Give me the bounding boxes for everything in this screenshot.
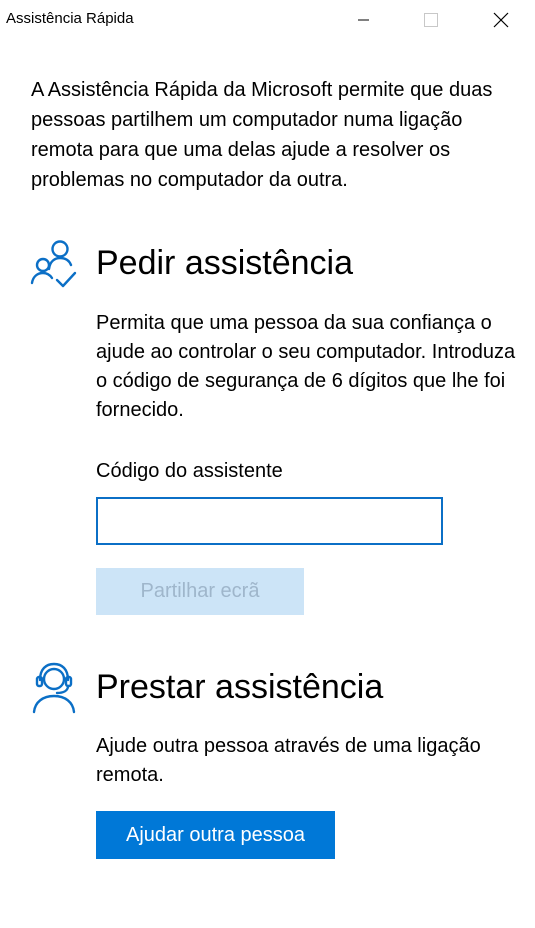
close-button[interactable] <box>478 0 524 40</box>
maximize-button <box>408 0 454 40</box>
request-description: Permita que uma pessoa da sua confiança … <box>96 312 516 421</box>
intro-text: A Assistência Rápida da Microsoft permit… <box>31 79 493 191</box>
maximize-icon <box>424 13 438 27</box>
give-description: Ajude outra pessoa através de uma ligaçã… <box>96 735 481 786</box>
request-title: Pedir assistência <box>96 244 354 282</box>
minimize-icon <box>358 19 369 21</box>
help-another-person-button[interactable]: Ajudar outra pessoa <box>96 811 335 859</box>
code-label: Código do assistente <box>96 460 283 482</box>
share-screen-button[interactable]: Partilhar ecrã <box>96 568 304 615</box>
quick-assist-window: Assistência Rápida A Assistência Rápida … <box>0 0 535 928</box>
assistant-code-input[interactable] <box>96 497 443 545</box>
close-icon <box>493 12 509 28</box>
minimize-button[interactable] <box>341 0 387 40</box>
headset-person-icon <box>32 662 76 714</box>
window-title: Assistência Rápida <box>6 10 134 27</box>
people-check-icon <box>30 240 77 288</box>
title-bar[interactable]: Assistência Rápida <box>0 0 535 40</box>
give-title: Prestar assistência <box>96 668 384 706</box>
